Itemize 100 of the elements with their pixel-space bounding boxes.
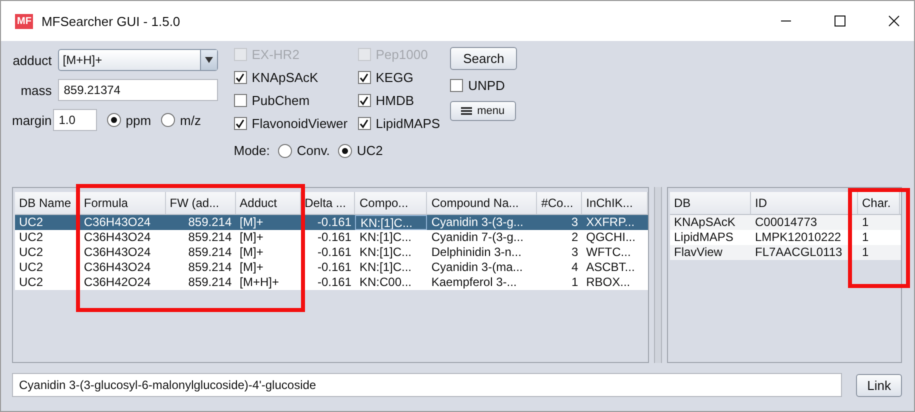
table-cell-text: [M]+ — [238, 260, 264, 275]
table-cell-text: 859.214 — [187, 275, 233, 290]
unit-radio[interactable] — [106, 113, 121, 127]
table-cell-text: 2 — [570, 230, 580, 245]
column-header[interactable]: Adduct — [236, 192, 301, 214]
table-cell-text: RBOX... — [585, 275, 632, 290]
table-cell-text: FL7AACGL0113 — [754, 245, 844, 260]
column-header[interactable]: Compound Na... — [427, 192, 538, 214]
column-header[interactable]: DB Name — [15, 192, 80, 214]
column-header[interactable]: Compo... — [355, 192, 428, 214]
mode-radio[interactable] — [338, 144, 352, 158]
table-cell-text: FlavView — [673, 245, 724, 260]
table-cell-text: ASCBT... — [585, 260, 636, 275]
column-header[interactable]: Char. — [858, 192, 900, 214]
table-cell-text: -0.161 — [316, 275, 352, 290]
database-checkbox[interactable] — [358, 71, 371, 84]
table-cell-text: [M+H]+ — [238, 275, 280, 290]
table-cell-text: 3 — [570, 215, 580, 230]
margin-field[interactable]: 1.0 — [52, 109, 97, 131]
mass-label: mass — [20, 82, 52, 98]
table-cell-text: [M]+ — [238, 245, 264, 260]
table-cell-text: 859.214 — [187, 230, 233, 245]
table-cell-text: QGCHI... — [585, 230, 636, 245]
table-cell-text: 1 — [861, 215, 870, 230]
database-label: EX-HR2 — [252, 47, 300, 62]
table-cell-text: 1 — [570, 275, 580, 290]
database-label: FlavonoidViewer — [252, 116, 348, 131]
column-header[interactable]: Delta ... — [300, 192, 356, 214]
table-cell-text: 859.214 — [187, 260, 233, 275]
database-checkbox[interactable] — [358, 117, 371, 130]
table-cell-text: Cyanidin 3-(3-g... — [430, 215, 524, 230]
splitter-handle[interactable] — [654, 187, 662, 363]
column-header[interactable]: FW (ad... — [166, 192, 236, 214]
close-icon[interactable] — [888, 15, 900, 27]
window-title: MFSearcher GUI - 1.5.0 — [41, 14, 180, 28]
database-checkbox[interactable] — [234, 71, 247, 84]
table-cell-text: WFTC... — [585, 245, 632, 260]
table-cell-text: Cyanidin 3-(ma... — [430, 260, 524, 275]
database-checkbox[interactable] — [234, 94, 247, 107]
table-cell-text: C36H43O24 — [82, 260, 152, 275]
table-cell-text: C36H43O24 — [82, 230, 152, 245]
table-cell-text: C36H43O24 — [82, 245, 152, 260]
database-checkbox[interactable] — [358, 94, 371, 107]
unpd-label: UNPD — [468, 78, 505, 93]
table-cell-text: [M]+ — [238, 230, 264, 245]
table-cell-text: 859.214 — [187, 215, 233, 230]
result-row[interactable]: UC2 C36H43O24 859.214 [M]+ -0.161 KN:[1]C... Cyanidin 3-(ma... 4 ASCBT... — [15, 260, 648, 275]
maximize-icon[interactable] — [834, 15, 846, 27]
column-header[interactable]: Formula — [80, 192, 166, 214]
result-row[interactable]: UC2 C36H43O24 859.214 [M]+ -0.161 KN:[1]C... Delphinidin 3-n... 3 WFTC... — [15, 245, 648, 260]
table-cell-text: KN:[1]C... — [358, 230, 412, 245]
table-cell-text: -0.161 — [316, 260, 352, 275]
compound-name-field[interactable]: Cyanidin 3-(3-glucosyl-6-malonylglucoside)-4'-glucoside — [12, 373, 842, 397]
table-cell-text: Delphinidin 3-n... — [430, 245, 522, 260]
column-header[interactable]: DB — [670, 192, 751, 214]
unit-label: m/z — [180, 112, 201, 128]
table-cell-text: 3 — [570, 245, 580, 260]
database-label: HMDB — [376, 93, 414, 108]
table-cell-text: C36H42O24 — [82, 275, 152, 290]
column-header[interactable]: InChIK... — [582, 192, 648, 214]
search-button[interactable]: Search — [450, 47, 518, 70]
table-cell-text: 1 — [861, 230, 870, 245]
table-cell-text: Kaempferol 3-... — [430, 275, 518, 290]
database-label: LipidMAPS — [376, 116, 440, 131]
unit-radio[interactable] — [161, 113, 176, 127]
table-cell-text: KN:C00... — [358, 275, 413, 290]
table-cell-text: KN:[1]C... — [358, 245, 412, 260]
database-label: Pep1000 — [376, 47, 428, 62]
table-cell-text: UC2 — [18, 215, 44, 230]
column-header[interactable]: ID — [751, 192, 858, 214]
table-cell-text: 859.214 — [187, 245, 233, 260]
result-row[interactable]: UC2 C36H42O24 859.214 [M+H]+ -0.161 KN:C00... Kaempferol 3-... 1 RBOX... — [15, 275, 648, 290]
table-cell-text: KN:[1]C... — [358, 260, 412, 275]
link-button[interactable]: Link — [856, 374, 902, 396]
table-cell-text: Cyanidin 7-(3-g... — [430, 230, 524, 245]
app-icon: MF — [15, 14, 34, 28]
mass-field[interactable]: 859.21374 — [58, 79, 218, 101]
margin-label: margin — [12, 112, 52, 128]
table-cell-text: UC2 — [18, 245, 44, 260]
table-cell-text: KNApSAcK — [673, 215, 736, 230]
menu-button[interactable]: menu — [450, 101, 516, 121]
mode-label: Mode: — [234, 143, 270, 158]
unpd-checkbox[interactable] — [450, 79, 464, 92]
database-label: PubChem — [252, 93, 310, 108]
dropdown-arrow-icon — [204, 57, 213, 63]
table-cell-text: C36H43O24 — [82, 215, 152, 230]
table-cell-text: -0.161 — [316, 230, 352, 245]
table-cell-text: C00014773 — [754, 215, 818, 230]
table-cell-text: -0.161 — [316, 245, 352, 260]
adduct-dropdown[interactable]: [M+H]+ — [58, 49, 218, 71]
database-checkbox[interactable] — [234, 117, 247, 130]
table-cell-text: UC2 — [18, 230, 44, 245]
database-label: KEGG — [376, 70, 414, 85]
mode-radio[interactable] — [278, 144, 292, 158]
unit-label: ppm — [126, 112, 152, 128]
mode-option-label: UC2 — [356, 143, 383, 158]
menu-icon — [461, 107, 472, 115]
adduct-label: adduct — [12, 52, 52, 68]
column-header[interactable]: #Co... — [537, 192, 582, 214]
result-row[interactable]: UC2 C36H43O24 859.214 [M]+ -0.161 KN:[1]C... Cyanidin 7-(3-g... 2 QGCHI... — [15, 230, 648, 245]
